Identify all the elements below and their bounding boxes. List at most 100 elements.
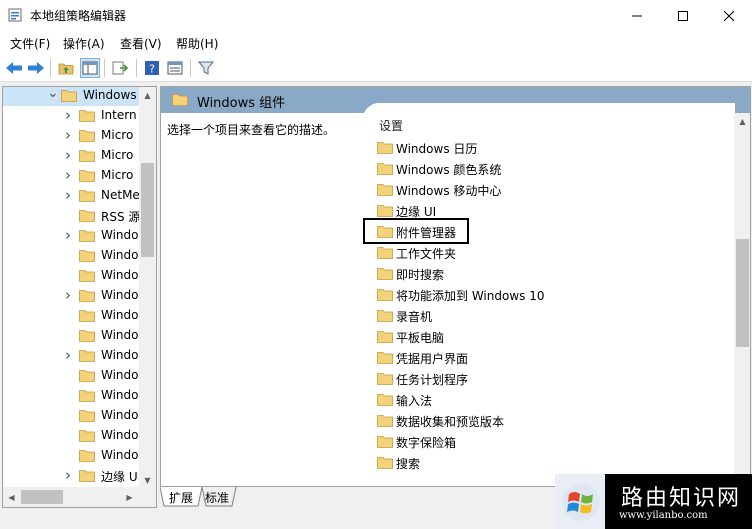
setting-list-item[interactable]: 凭据用户界面 [375, 348, 715, 369]
folder-icon [377, 141, 393, 157]
scroll-left-icon[interactable]: ◀ [3, 489, 20, 506]
chevron-right-icon[interactable]: › [65, 126, 75, 144]
setting-list-item[interactable]: 数据收集和预览版本 [375, 411, 715, 432]
tree-item[interactable]: Windo [3, 386, 139, 406]
menu-view[interactable]: 查看(V) [120, 35, 162, 52]
tree-item[interactable]: Windo [3, 246, 139, 266]
setting-list-item[interactable]: 输入法 [375, 390, 715, 411]
folder-icon [79, 429, 95, 442]
setting-list-item[interactable]: 即时搜索 [375, 264, 715, 285]
tree-horizontal-scrollbar[interactable]: ◀ ▶ [2, 487, 157, 508]
tree-item[interactable]: Windo [3, 306, 139, 326]
setting-list-item-label: Windows 日历 [396, 142, 478, 156]
minimize-icon [632, 15, 642, 16]
show-hide-tree-button[interactable] [80, 58, 100, 78]
setting-list-item[interactable]: 任务计划程序 [375, 369, 715, 390]
chevron-right-icon[interactable]: › [65, 346, 75, 364]
tree-item[interactable]: › Windo [3, 346, 139, 366]
tree-item-label: Windo [101, 268, 139, 282]
forward-button[interactable] [26, 58, 46, 78]
up-level-button[interactable] [56, 58, 76, 78]
tree-item[interactable]: › 边缘 U [3, 466, 139, 486]
filter-button[interactable] [196, 58, 216, 78]
tree-item[interactable]: Windo [3, 426, 139, 446]
chevron-right-icon[interactable]: › [65, 286, 75, 304]
setting-list-item-label: 将功能添加到 Windows 10 [396, 289, 545, 303]
tree-item-label: Windo [101, 228, 139, 242]
maximize-button[interactable] [660, 0, 706, 31]
folder-icon [377, 372, 393, 388]
view-tabs: 扩展 标准 [160, 487, 310, 507]
setting-list-item[interactable]: 平板电脑 [375, 327, 715, 348]
setting-list-item-label: 平板电脑 [396, 331, 445, 345]
tree-hscroll-thumb[interactable] [21, 490, 63, 504]
setting-list-item[interactable]: 工作文件夹 [375, 243, 715, 264]
tree-item-label: Windo [101, 288, 139, 302]
tree-item[interactable]: RSS 源 [3, 206, 139, 226]
chevron-right-icon[interactable]: › [65, 466, 75, 484]
tree-item[interactable]: Windo [3, 366, 139, 386]
help-button[interactable]: ? [142, 58, 162, 78]
setting-list-item[interactable]: 搜索 [375, 453, 715, 474]
folder-icon [79, 469, 95, 482]
tree-item[interactable]: › Intern [3, 106, 139, 126]
setting-list-item[interactable]: 将功能添加到 Windows 10 [375, 285, 715, 306]
chevron-right-icon[interactable]: › [65, 166, 75, 184]
tree-item[interactable]: Windo [3, 326, 139, 346]
minimize-button[interactable] [614, 0, 660, 31]
description-text: 选择一个项目来查看它的描述。 [167, 123, 336, 137]
site-watermark: 路由知识网 www.yilanbo.com [555, 474, 752, 529]
chevron-right-icon[interactable]: › [65, 226, 75, 244]
tree-item[interactable]: ⌄ Windows [3, 87, 139, 106]
setting-list-item[interactable]: Windows 移动中心 [375, 180, 715, 201]
tab-extended[interactable]: 扩展 [169, 487, 193, 507]
tree-item[interactable]: › NetMe [3, 186, 139, 206]
export-list-button[interactable] [110, 58, 130, 78]
maximize-icon [678, 10, 688, 21]
tree-item[interactable]: Windo [3, 446, 139, 466]
tree-scroll-thumb[interactable] [141, 163, 154, 257]
tree-item[interactable]: › Micro [3, 146, 139, 166]
folder-icon [377, 246, 393, 262]
chevron-right-icon[interactable]: › [65, 146, 75, 164]
tree-item[interactable]: › Micro [3, 126, 139, 146]
tree-item[interactable]: › Micro [3, 166, 139, 186]
scroll-up-icon[interactable]: ▲ [139, 87, 156, 104]
folder-icon [79, 189, 95, 202]
menu-action[interactable]: 操作(A) [63, 35, 105, 52]
export-list-icon [112, 61, 128, 75]
setting-list-item[interactable]: Windows 颜色系统 [375, 159, 715, 180]
tab-standard[interactable]: 标准 [205, 487, 229, 507]
tree-item-label: RSS 源 [101, 210, 139, 224]
tree-item[interactable]: Windo [3, 266, 139, 286]
toolbar-separator [104, 59, 105, 77]
setting-list-item[interactable]: Windows 日历 [375, 138, 715, 159]
properties-button[interactable] [165, 58, 185, 78]
title-bar: 本地组策略编辑器 [0, 0, 752, 31]
details-header-title: Windows 组件 [197, 96, 286, 111]
details-pane: Windows 组件 选择一个项目来查看它的描述。 设置 Windows 日历 W… [160, 86, 751, 487]
chevron-right-icon[interactable]: › [65, 186, 75, 204]
setting-list-item-label: 搜索 [396, 457, 421, 471]
tree-item[interactable]: › Windo [3, 226, 139, 246]
tree-item[interactable]: Windo [3, 406, 139, 426]
folder-icon [61, 89, 77, 102]
folder-icon [79, 109, 95, 122]
menu-file[interactable]: 文件(F) [10, 35, 50, 52]
scroll-up-icon[interactable]: ▲ [734, 113, 750, 130]
setting-list-item-label: 数字保险箱 [396, 436, 457, 450]
back-button[interactable] [4, 58, 24, 78]
tree-item[interactable]: › Windo [3, 286, 139, 306]
tree-vertical-scrollbar[interactable]: ▲ ▼ [139, 87, 156, 489]
details-vertical-scrollbar[interactable]: ▲ ▼ [734, 113, 750, 486]
close-button[interactable] [706, 0, 752, 31]
chevron-right-icon[interactable]: › [65, 106, 75, 124]
folder-icon [79, 289, 95, 302]
scroll-right-icon[interactable]: ▶ [121, 489, 138, 506]
chevron-down-icon[interactable]: ⌄ [47, 87, 59, 101]
menu-help[interactable]: 帮助(H) [176, 35, 218, 52]
details-scroll-thumb[interactable] [736, 239, 749, 347]
column-header-setting[interactable]: 设置 [379, 117, 403, 134]
setting-list-item[interactable]: 数字保险箱 [375, 432, 715, 453]
setting-list-item[interactable]: 录音机 [375, 306, 715, 327]
